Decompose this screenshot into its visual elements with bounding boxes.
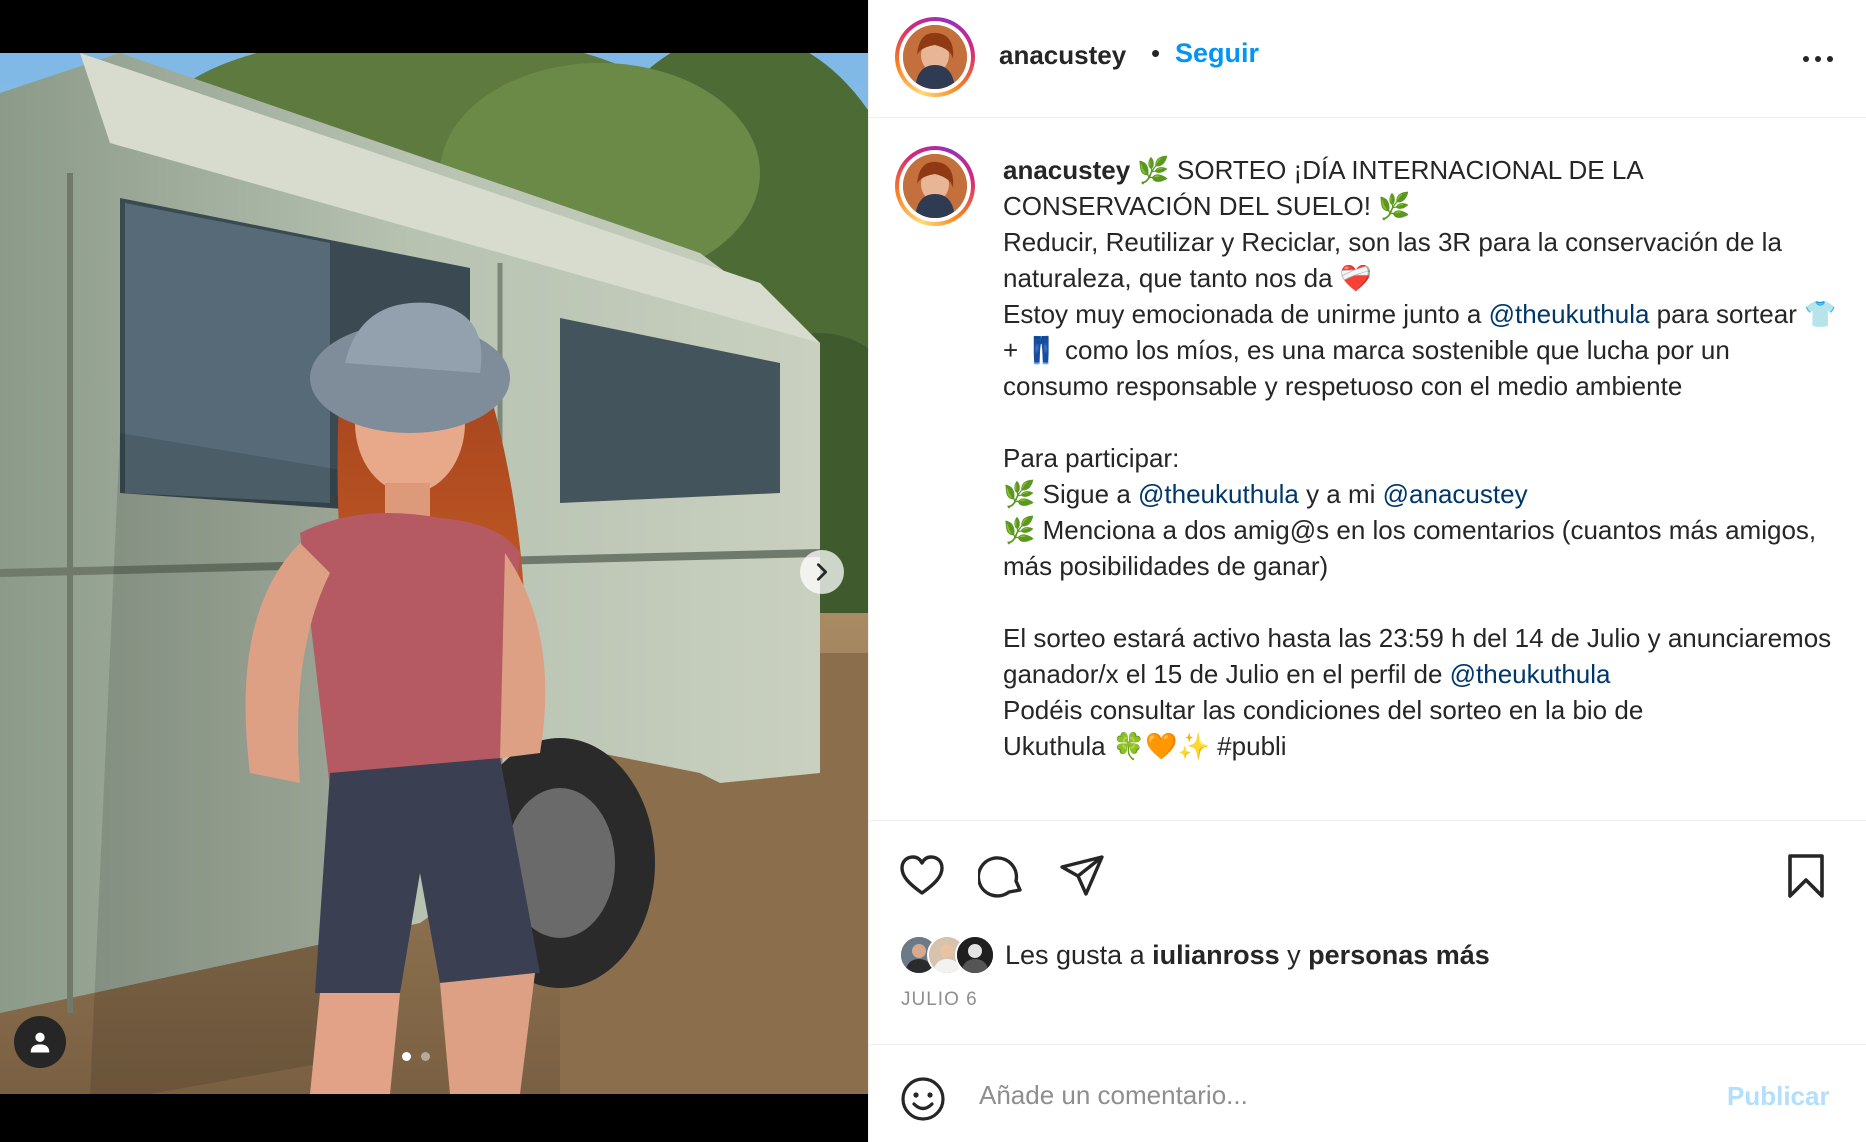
- likes-text: Les gusta a iulianross y personas más: [1005, 940, 1490, 971]
- comment-input[interactable]: [979, 1073, 1679, 1117]
- bookmark-icon: [1788, 854, 1824, 898]
- like-button[interactable]: [897, 851, 947, 901]
- more-dot: [1815, 56, 1821, 62]
- caption-paragraph: Reducir, Reutilizar y Reciclar, son las …: [1003, 227, 1782, 293]
- mention-link[interactable]: @anacustey: [1383, 479, 1528, 509]
- caption-blank-line: [1003, 584, 1841, 620]
- carousel-indicator: [402, 1052, 430, 1061]
- likes-summary: Les gusta a iulianross y personas más: [899, 933, 1490, 977]
- caption-title-line: anacustey 🌿 SORTEO ¡DÍA INTERNACIONAL DE…: [1003, 152, 1841, 224]
- share-button[interactable]: [1057, 851, 1107, 901]
- post-header: anacustey • Seguir: [869, 0, 1866, 118]
- emoji-icon: [901, 1077, 945, 1121]
- mention-link[interactable]: @theukuthula: [1138, 479, 1299, 509]
- post-panel: anacustey • Seguir anacustey 🌿 SORTEO ¡D…: [868, 0, 1866, 1142]
- caption-scroll-area[interactable]: anacustey 🌿 SORTEO ¡DÍA INTERNACIONAL DE…: [869, 118, 1866, 820]
- instagram-post-view: anacustey • Seguir anacustey 🌿 SORTEO ¡D…: [0, 0, 1866, 1142]
- next-image-button[interactable]: [800, 550, 844, 594]
- mention-link[interactable]: @theukuthula: [1450, 659, 1611, 689]
- more-dot: [1827, 56, 1833, 62]
- emoji-picker-button[interactable]: [899, 1075, 947, 1123]
- post-photo: [0, 53, 868, 1094]
- author-username[interactable]: anacustey: [999, 40, 1126, 71]
- heart-icon: [900, 855, 944, 895]
- caption-text: 🌿 Sigue a: [1003, 479, 1139, 509]
- follow-button[interactable]: Seguir: [1175, 38, 1259, 69]
- likes-connector: y: [1279, 939, 1309, 970]
- post-actions: Les gusta a iulianross y personas más JU…: [869, 820, 1866, 1044]
- comment-composer: Publicar: [869, 1044, 1866, 1142]
- comment-icon: [978, 856, 1022, 898]
- caption-paragraph: El sorteo estará activo hasta las 23:59 …: [1003, 620, 1841, 692]
- caption-text: Estoy muy emocionada de unirme junto a: [1003, 299, 1489, 329]
- save-button[interactable]: [1781, 851, 1831, 901]
- carousel-dot: [421, 1052, 430, 1061]
- tagged-users-button[interactable]: [14, 1016, 66, 1068]
- header-separator: •: [1151, 38, 1161, 68]
- caption-paragraph: 🌿 Sigue a @theukuthula y a mi @anacustey: [1003, 476, 1841, 512]
- mention-link[interactable]: @theukuthula: [1489, 299, 1650, 329]
- caption-paragraph: 🌿 Menciona a dos amig@s en los comentari…: [1003, 515, 1817, 581]
- liker-avatar[interactable]: [955, 935, 995, 975]
- caption-blank-line: [1003, 404, 1841, 440]
- more-options-button[interactable]: [1793, 42, 1843, 76]
- chevron-right-icon: [816, 563, 828, 581]
- other-likers-link[interactable]: personas más: [1308, 940, 1490, 970]
- likes-prefix: Les gusta a: [1005, 939, 1153, 970]
- caption-text: El sorteo estará activo hasta las 23:59 …: [1003, 623, 1832, 689]
- carousel-dot-active: [402, 1052, 411, 1061]
- user-tag-icon: [30, 1032, 50, 1053]
- publish-button[interactable]: Publicar: [1727, 1081, 1830, 1112]
- comment-button[interactable]: [977, 851, 1027, 901]
- author-avatar[interactable]: [895, 17, 975, 97]
- liker-username[interactable]: iulianross: [1152, 940, 1280, 970]
- caption-paragraph: Para participar:: [1003, 443, 1180, 473]
- caption-paragraph: Estoy muy emocionada de unirme junto a @…: [1003, 296, 1841, 404]
- share-icon: [1060, 855, 1104, 896]
- caption-paragraph: Ukuthula 🍀🧡✨ #publi: [1003, 731, 1287, 761]
- more-horizontal-icon: [1803, 56, 1809, 62]
- post-caption: anacustey 🌿 SORTEO ¡DÍA INTERNACIONAL DE…: [1003, 152, 1841, 764]
- caption-paragraph: Podéis consultar las condiciones del sor…: [1003, 695, 1644, 725]
- post-media: [0, 0, 868, 1142]
- caption-author-avatar[interactable]: [895, 146, 975, 226]
- post-date[interactable]: JULIO 6: [901, 989, 978, 1011]
- caption-username[interactable]: anacustey: [1003, 155, 1130, 185]
- caption-text: y a mi: [1298, 479, 1383, 509]
